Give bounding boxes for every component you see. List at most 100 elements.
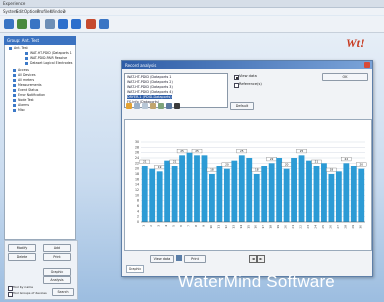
bar <box>156 171 163 222</box>
x-tick-label: 24 <box>313 225 317 229</box>
list-item-selected[interactable]: DRYER-1 (PDID-Dataports) <box>127 95 172 99</box>
alert-icon[interactable] <box>86 19 96 29</box>
list-item[interactable]: WAT-HT-PDID (Dataports 1 <box>127 75 171 79</box>
x-tick-label: 10 <box>209 225 213 229</box>
open-icon[interactable] <box>58 19 68 29</box>
next-icon[interactable]: ► <box>257 255 265 263</box>
tree-icon[interactable] <box>17 19 27 29</box>
list-item[interactable]: WAT-HT-PDID (Dataports 4) <box>127 90 173 94</box>
x-tick-label: 29 <box>351 225 355 229</box>
list-item[interactable]: WAT-HT-PDID (Dataports 3) <box>127 85 173 89</box>
y-tick-label: 14 <box>135 183 139 187</box>
pie-icon[interactable] <box>158 103 164 109</box>
menu-edit[interactable]: Edit <box>16 9 24 14</box>
copy-icon[interactable] <box>166 103 172 109</box>
tab-graphic[interactable]: Graphic <box>126 265 144 273</box>
menu-bar: System Edit Options Profiles Window ? <box>0 8 384 15</box>
x-tick-label: 15 <box>246 225 250 229</box>
left-button-panel: Modify Add Delete Print Graphic Analysis… <box>4 240 78 300</box>
data-label: 25 <box>180 149 184 153</box>
print-icon[interactable] <box>176 255 182 261</box>
tree-item[interactable]: All Devices <box>18 73 36 77</box>
y-tick-label: 20 <box>135 167 139 171</box>
x-tick-label: 20 <box>284 225 288 229</box>
bar <box>268 163 275 222</box>
x-tick-label: 8 <box>194 225 198 227</box>
tree-header: Group: Ant. Test <box>4 36 76 45</box>
list-item[interactable]: WAT-HT-PDID (Dataports 2) <box>127 80 173 84</box>
y-tick-label: 8 <box>137 199 139 203</box>
bar <box>231 160 238 222</box>
data-label: 18 <box>255 168 259 172</box>
data-label: 20 <box>359 162 363 166</box>
view-data-button[interactable]: View data <box>150 255 174 263</box>
close-icon[interactable] <box>364 62 370 68</box>
tree-item[interactable]: WAT-HT-PDID (Dataports 1 <box>30 51 72 55</box>
tree-item[interactable]: Ant. Test <box>14 46 28 50</box>
pan-icon[interactable] <box>150 103 156 109</box>
folder-icon <box>13 83 16 87</box>
chart-icon[interactable] <box>134 103 140 109</box>
x-tick-label: 2 <box>149 225 153 227</box>
tree-item[interactable]: Alarms <box>18 103 29 107</box>
folder-icon <box>25 61 28 65</box>
print-icon[interactable] <box>45 19 55 29</box>
y-tick-label: 10 <box>135 193 139 197</box>
bars: 21192125 251820251822202521182220 <box>139 149 367 222</box>
zoom-icon[interactable] <box>142 103 148 109</box>
folder-icon <box>13 73 16 77</box>
graphic-button[interactable]: Graphic <box>43 268 71 276</box>
default-button[interactable]: Default <box>230 102 254 110</box>
y-tick-label: 24 <box>135 156 139 160</box>
menu-help[interactable]: ? <box>63 9 65 14</box>
tree-item[interactable]: All meters <box>18 78 34 82</box>
save-icon[interactable] <box>30 19 40 29</box>
tree-item[interactable]: Misc <box>18 108 25 112</box>
modify-button[interactable]: Modify <box>8 244 36 252</box>
tree-item[interactable]: Dataset Logical Electrodes <box>30 61 72 65</box>
data-label: 21 <box>315 160 319 164</box>
data-label: 18 <box>330 168 334 172</box>
tree-item[interactable]: Error Notification <box>18 93 45 97</box>
bar <box>186 152 193 222</box>
print-button-left[interactable]: Print <box>43 253 71 261</box>
bar <box>149 168 156 222</box>
bar <box>238 155 245 222</box>
data-label: 19 <box>158 165 162 169</box>
sun-icon[interactable] <box>126 103 132 109</box>
toolbar <box>0 16 384 33</box>
delete-button[interactable]: Delete <box>8 253 36 261</box>
folder-icon <box>13 103 16 107</box>
tree-item[interactable]: Access <box>18 68 29 72</box>
y-tick-label: 30 <box>135 140 139 144</box>
bar <box>253 174 260 222</box>
search-button[interactable]: Search <box>52 288 74 296</box>
network-icon[interactable] <box>4 19 14 29</box>
save-chart-icon[interactable] <box>174 103 180 109</box>
x-tick-label: 22 <box>299 225 303 229</box>
bar <box>313 166 320 222</box>
tree-item[interactable]: Event Status <box>18 88 38 92</box>
bar <box>171 166 178 222</box>
bar <box>164 160 171 222</box>
reference-label: Reference(s) <box>239 82 262 86</box>
tree-item[interactable]: Node Test <box>18 98 34 102</box>
tree-header-label: Group: Ant. Test <box>7 38 40 43</box>
power-icon[interactable] <box>99 19 109 29</box>
tree-item[interactable]: Measurements <box>18 83 42 87</box>
ok-button[interactable]: OK <box>322 73 368 81</box>
prev-icon[interactable]: ◄ <box>249 255 257 263</box>
folder-icon <box>25 51 28 55</box>
folder-icon <box>13 98 16 102</box>
print-button[interactable]: Print <box>184 255 206 263</box>
add-button[interactable]: Add <box>43 244 71 252</box>
record-analysis-dialog: Record analysis WAT-HT-PDID (Dataports 1… <box>121 60 373 277</box>
tree-item[interactable]: WAT-PDID-PAIR Resolve <box>30 56 67 60</box>
data-label: 21 <box>173 160 177 164</box>
analysis-button[interactable]: Analysis <box>43 276 71 284</box>
x-tick-label: 28 <box>343 225 347 229</box>
x-tick-label: 4 <box>164 225 168 227</box>
bar <box>291 158 297 222</box>
bar <box>201 155 208 222</box>
record-icon[interactable] <box>71 19 81 29</box>
